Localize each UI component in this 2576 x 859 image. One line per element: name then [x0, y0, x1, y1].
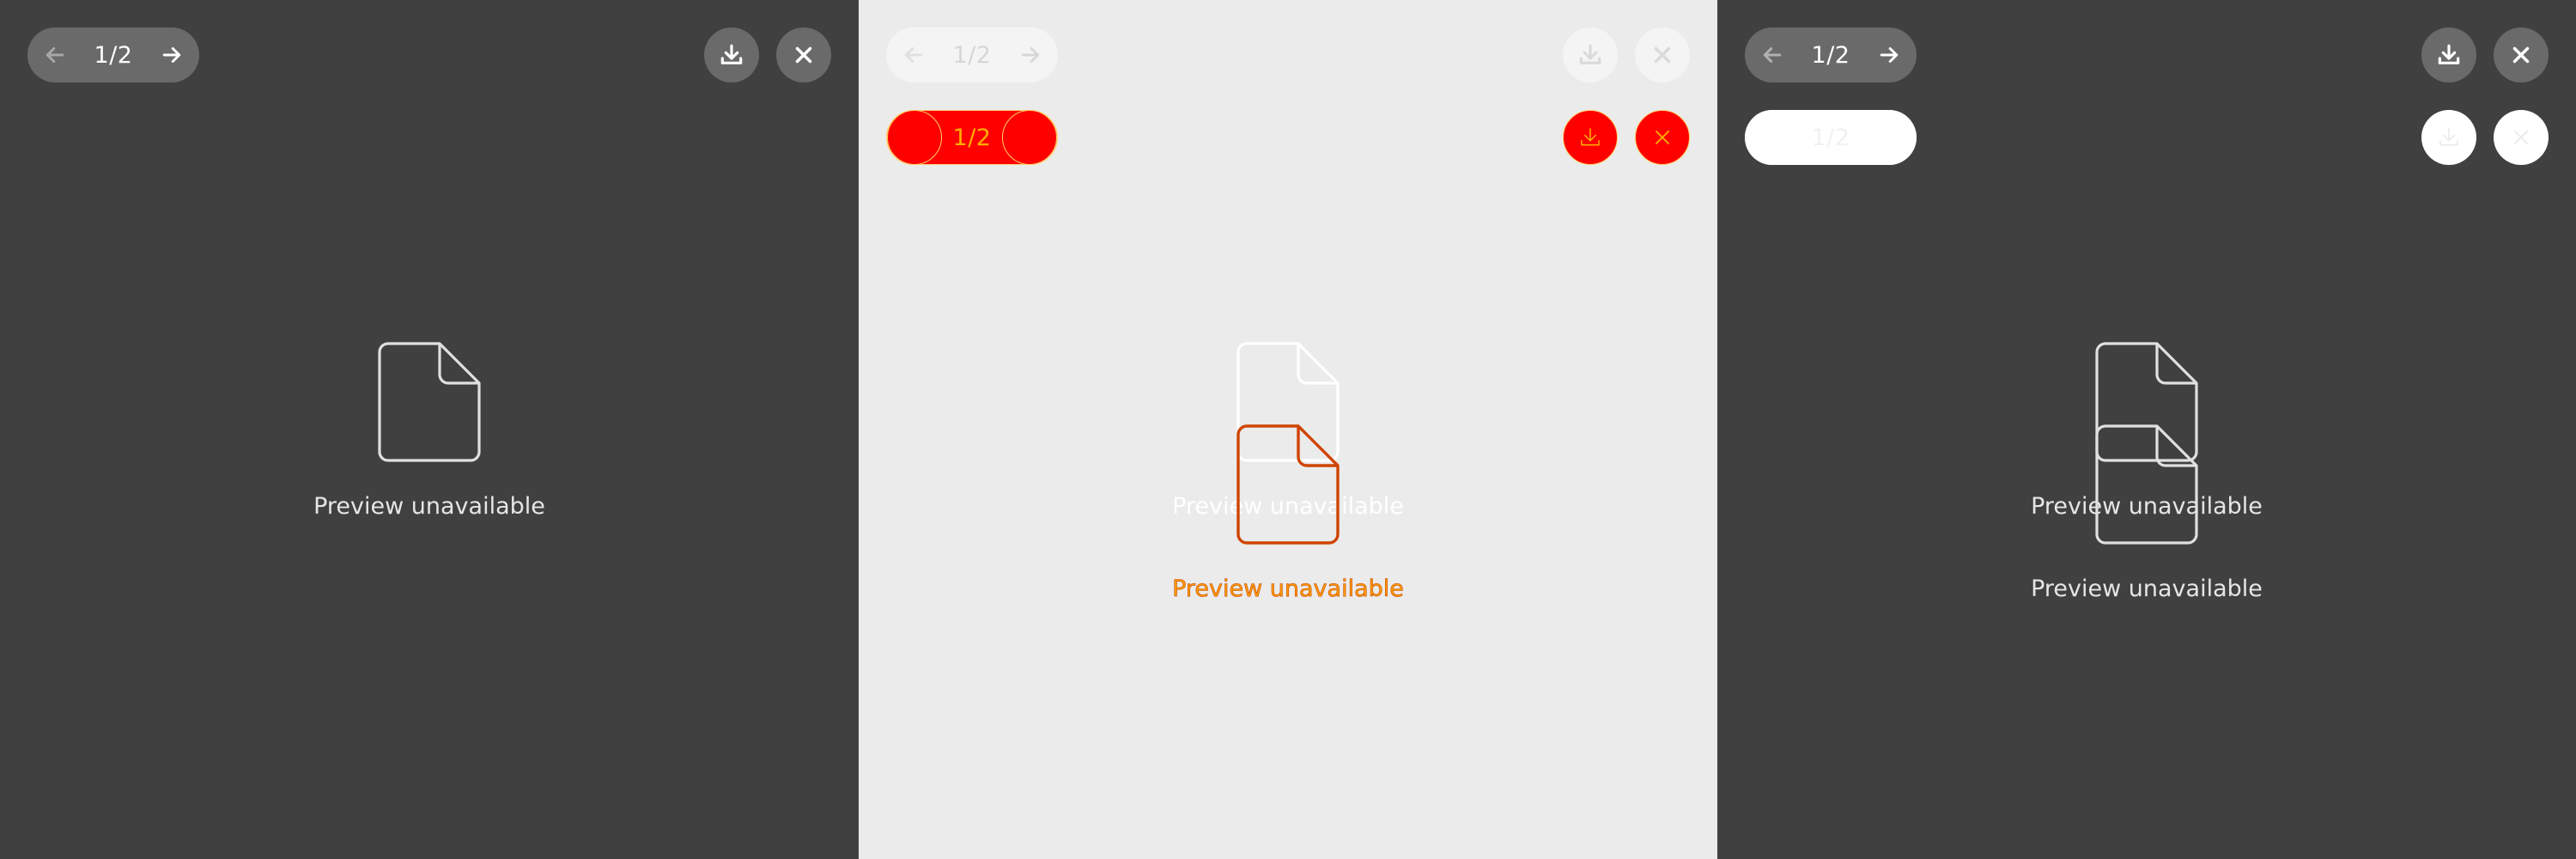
previous-page-button[interactable] [1745, 27, 1800, 82]
page-navigator-highlighted: 1/2 [886, 110, 1058, 165]
download-button[interactable] [1563, 27, 1618, 82]
download-button[interactable] [2421, 27, 2476, 82]
download-icon [1581, 128, 1600, 146]
file-icon [378, 342, 481, 462]
previous-page-button[interactable] [1745, 110, 1800, 165]
page-counter: 1/2 [952, 41, 992, 69]
page-navigator: 1/2 [27, 27, 199, 82]
close-button[interactable] [776, 27, 831, 82]
arrow-right-icon [1880, 47, 1899, 63]
previous-page-button[interactable] [886, 27, 941, 82]
page-navigator: 1/2 [886, 27, 1058, 82]
viewer-panel-overlay: 1/2 1/2 Preview unavailable Preview unav… [1717, 0, 2576, 859]
download-button[interactable] [704, 27, 759, 82]
viewer-comparison: 1/2 Preview unavailable 1/2 1/2 Preview … [0, 0, 2576, 859]
file-icon-highlighted [1236, 424, 1340, 545]
preview-unavailable-message-overlay: Preview unavailable [2031, 576, 2263, 602]
download-icon [2439, 128, 2458, 146]
next-page-button[interactable] [1003, 27, 1058, 82]
page-counter: 1/2 [1811, 124, 1850, 151]
close-button[interactable] [2494, 27, 2549, 82]
close-button-overlay[interactable] [2494, 110, 2549, 165]
download-icon [720, 44, 743, 64]
download-icon [2438, 44, 2460, 64]
previous-page-button[interactable] [887, 110, 942, 165]
next-page-button[interactable] [1862, 27, 1917, 82]
page-navigator: 1/2 [1745, 27, 1917, 82]
preview-unavailable-message: Preview unavailable [313, 493, 545, 520]
page-navigator-overlay: 1/2 [1745, 110, 1917, 165]
close-icon [2512, 46, 2530, 64]
page-counter: 1/2 [952, 124, 992, 151]
close-button[interactable] [1635, 27, 1690, 82]
page-counter: 1/2 [94, 41, 133, 69]
next-page-button[interactable] [1002, 110, 1057, 165]
download-icon [1579, 44, 1601, 64]
download-button-overlay[interactable] [2421, 110, 2476, 165]
page-counter: 1/2 [1811, 41, 1850, 69]
arrow-left-icon [904, 47, 923, 63]
close-icon [1654, 46, 1671, 64]
close-icon [2513, 130, 2529, 145]
arrow-right-icon [1021, 47, 1040, 63]
next-page-button[interactable] [1862, 110, 1917, 165]
preview-unavailable-message-highlighted: Preview unavailable [1172, 576, 1404, 603]
download-button-highlighted[interactable] [1563, 110, 1618, 165]
close-icon [795, 46, 812, 64]
previous-page-button[interactable] [27, 27, 82, 82]
arrow-left-icon [46, 47, 64, 63]
close-button-highlighted[interactable] [1635, 110, 1690, 165]
arrow-right-icon [162, 47, 181, 63]
file-icon-overlay [2095, 424, 2198, 545]
close-icon [1656, 131, 1669, 144]
viewer-panel-dark: 1/2 Preview unavailable [0, 0, 859, 859]
arrow-left-icon [1763, 47, 1782, 63]
viewer-panel-highlighted: 1/2 1/2 Preview unavailable Preview unav… [859, 0, 1717, 859]
next-page-button[interactable] [144, 27, 199, 82]
